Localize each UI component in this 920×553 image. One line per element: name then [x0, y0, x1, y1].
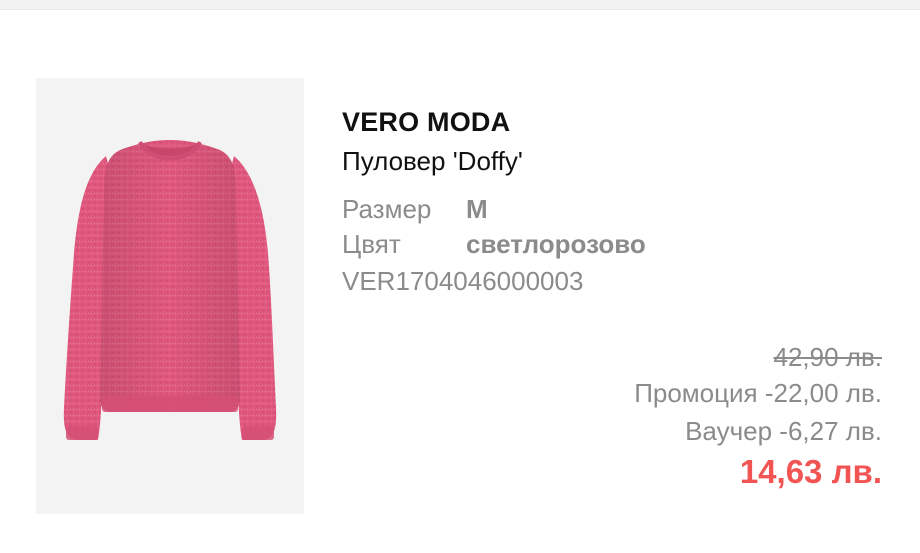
size-label: Размер: [342, 194, 432, 224]
sweater-image: [63, 140, 277, 440]
brand-name[interactable]: VERO MODA: [342, 107, 510, 138]
color-label: Цвят: [342, 229, 401, 259]
original-price: 42,90 лв.: [773, 342, 883, 372]
final-price: 14,63 лв.: [739, 453, 882, 490]
voucher-discount: Ваучер -6,27 лв.: [685, 416, 882, 446]
color-attribute: Цвят светлорозово: [342, 229, 646, 260]
size-value: M: [466, 194, 488, 224]
product-sku: VER1704046000003: [342, 266, 584, 296]
product-title[interactable]: Пуловер 'Doffy': [342, 146, 523, 177]
promotion-discount: Промоция -22,00 лв.: [634, 378, 882, 408]
color-value: светлорозово: [466, 229, 646, 259]
product-image[interactable]: [36, 78, 304, 514]
size-attribute: Размер M: [342, 194, 488, 225]
price-summary: 42,90 лв. Промоция -22,00 лв. Ваучер -6,…: [634, 340, 882, 494]
cart-item: VERO MODA Пуловер 'Doffy' Размер M Цвят …: [0, 0, 920, 553]
